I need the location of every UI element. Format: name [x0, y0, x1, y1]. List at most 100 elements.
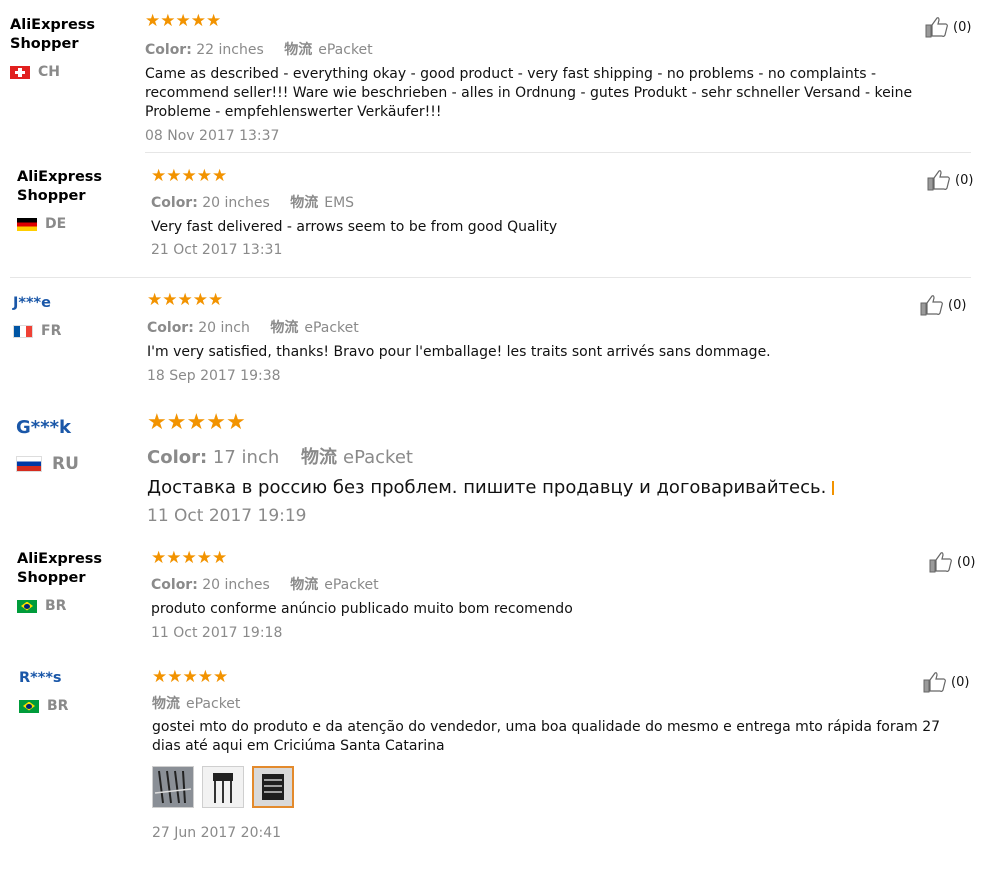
star-icon: ★ [167, 667, 183, 687]
logistics: 物流 ePacket [270, 320, 359, 336]
color-value: 20 inch [198, 320, 250, 336]
review-text: Came as described - everything okay - go… [145, 66, 913, 120]
review-date: 18 Sep 2017 19:38 [147, 368, 281, 384]
star-icon: ★ [192, 290, 208, 310]
thumbs-up-icon [923, 672, 946, 693]
thumbs-up-icon [927, 170, 950, 191]
review-attributes: Color: 20 inch 物流 ePacket [147, 317, 359, 337]
review-item: AliExpress Shopper DE ★ ★ ★ ★ ★ Color: 20 inc… [0, 153, 1000, 277]
arrows-photo-icon [203, 767, 243, 807]
star-rating: ★ ★ ★ ★ ★ [151, 168, 227, 185]
reviewer-name: AliExpress Shopper [17, 169, 103, 204]
reviewer-name: R***s [19, 670, 62, 686]
flag-br-icon [17, 599, 37, 613]
star-rating: ★ ★ ★ ★ ★ [152, 669, 228, 686]
color-label: Color: [147, 320, 194, 336]
star-icon: ★ [196, 166, 212, 186]
star-icon: ★ [147, 290, 163, 310]
review-item: J***e FR ★ ★ ★ ★ ★ Color: 20 inch 物流 ePacket … [0, 278, 1000, 388]
star-icon: ★ [208, 290, 224, 310]
flag-fr-icon [13, 324, 33, 338]
text-cursor [832, 481, 835, 495]
thumbs-up-icon [920, 295, 943, 316]
star-icon: ★ [177, 290, 193, 310]
star-icon: ★ [212, 548, 228, 568]
review-item: R***s BR ★ ★ ★ ★ ★ 物流 ePacket gostei mto do p… [0, 659, 1000, 859]
review-item: AliExpress Shopper BR ★ ★ ★ ★ ★ Color: 20 inc… [0, 538, 1000, 656]
review-photo[interactable] [152, 766, 194, 808]
reviewer-country: CH [10, 64, 60, 80]
logistics: 物流 EMS [290, 195, 355, 211]
thumbs-up-icon [929, 552, 952, 573]
color-label: Color: [147, 447, 208, 468]
star-icon: ★ [182, 667, 198, 687]
star-icon: ★ [151, 548, 167, 568]
star-icon: ★ [181, 166, 197, 186]
color-value: 22 inches [196, 42, 264, 58]
logistics: 物流 ePacket [290, 577, 379, 593]
star-icon: ★ [212, 166, 228, 186]
arrows-photo-icon [254, 768, 292, 806]
star-icon: ★ [175, 11, 191, 31]
reviewer-country: BR [19, 698, 68, 714]
star-icon: ★ [151, 166, 167, 186]
review-text: Very fast delivered - arrows seem to be … [151, 219, 558, 235]
like-button[interactable]: (0) [929, 551, 975, 573]
thumbs-up-icon [925, 17, 948, 38]
reviewer-country: DE [17, 216, 66, 232]
star-rating: ★ ★ ★ ★ ★ [151, 550, 227, 567]
like-button[interactable]: (0) [920, 294, 966, 316]
reviewer-name: AliExpress Shopper [10, 17, 96, 52]
star-icon: ★ [186, 410, 207, 435]
review-photos [152, 766, 302, 810]
like-button[interactable]: (0) [925, 16, 971, 38]
flag-de-icon [17, 217, 37, 231]
star-icon: ★ [206, 11, 222, 31]
star-icon: ★ [225, 410, 246, 435]
review-date: 11 Oct 2017 19:18 [151, 625, 283, 641]
star-icon: ★ [197, 667, 213, 687]
logistics-value: ePacket [186, 696, 241, 712]
arrows-photo-icon [153, 767, 193, 807]
logistics: 物流 ePacket [301, 447, 413, 468]
star-icon: ★ [166, 410, 187, 435]
reviewer-name: AliExpress Shopper [17, 551, 103, 586]
review-item: AliExpress Shopper CH ★ ★ ★ ★ ★ Color: 22 inc… [0, 0, 1000, 152]
star-rating: ★ ★ ★ ★ ★ [145, 13, 221, 30]
star-icon: ★ [160, 11, 176, 31]
review-photo[interactable] [202, 766, 244, 808]
flag-br-icon [19, 699, 39, 713]
star-rating: ★ ★ ★ ★ ★ [147, 292, 223, 309]
review-attributes: Color: 17 inch 物流 ePacket [147, 443, 413, 469]
star-icon: ★ [196, 548, 212, 568]
review-photo[interactable] [252, 766, 294, 808]
color-value: 17 inch [212, 447, 280, 468]
reviewer-name: G***k [16, 417, 71, 438]
review-item: G***k RU ★ ★ ★ ★ ★ Color: 17 inch 物流 ePacket … [0, 400, 1000, 535]
star-icon: ★ [145, 11, 161, 31]
like-button[interactable]: (0) [923, 671, 969, 693]
star-icon: ★ [166, 548, 182, 568]
logistics-label: 物流 [152, 696, 180, 712]
reviews-list: AliExpress Shopper CH ★ ★ ★ ★ ★ Color: 22 inc… [0, 0, 1000, 871]
review-text: produto conforme anúncio publicado muito… [151, 601, 573, 617]
review-text: I'm very satisfied, thanks! Bravo pour l… [147, 344, 771, 360]
star-icon: ★ [181, 548, 197, 568]
color-value: 20 inches [202, 195, 270, 211]
color-label: Color: [151, 195, 198, 211]
reviewer-country: RU [16, 454, 79, 474]
color-label: Color: [151, 577, 198, 593]
flag-ru-icon [16, 456, 42, 472]
star-icon: ★ [213, 667, 229, 687]
star-icon: ★ [152, 667, 168, 687]
review-attributes: Color: 20 inches 物流 ePacket [151, 574, 379, 594]
star-rating: ★ ★ ★ ★ ★ [147, 412, 246, 434]
review-date: 11 Oct 2017 19:19 [147, 506, 307, 526]
star-icon: ★ [166, 166, 182, 186]
reviewer-name: J***e [13, 295, 51, 311]
review-text: Доставка в россию без проблем. пишите пр… [147, 476, 847, 500]
logistics: 物流 ePacket [284, 42, 373, 58]
review-attributes: 物流 ePacket [152, 693, 240, 713]
review-date: 08 Nov 2017 13:37 [145, 128, 280, 144]
like-button[interactable]: (0) [927, 169, 973, 191]
